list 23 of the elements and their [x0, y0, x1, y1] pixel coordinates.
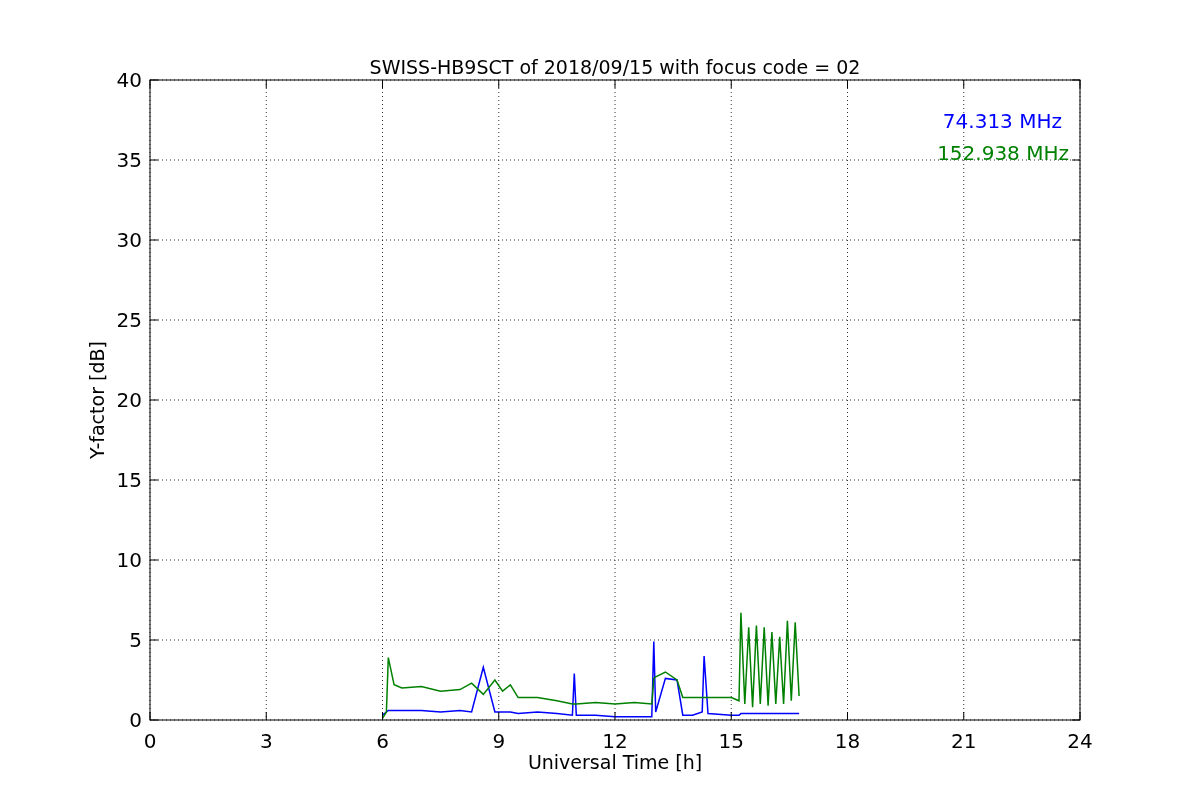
legend-label: 152.938 MHz — [937, 141, 1069, 165]
tick-label: 9 — [492, 729, 506, 753]
tick-label: 10 — [116, 548, 142, 572]
tick-label: 0 — [143, 729, 157, 753]
tick-label: 21 — [951, 729, 977, 753]
tick-label: 12 — [602, 729, 628, 753]
tick-label: 35 — [116, 148, 142, 172]
tick-label: 25 — [116, 308, 142, 332]
tick-label: 24 — [1067, 729, 1093, 753]
tick-label: 20 — [116, 388, 142, 412]
tick-label: 30 — [116, 228, 142, 252]
y-axis-label: Y-factor [dB] — [86, 341, 108, 459]
tick-label: 3 — [259, 729, 273, 753]
tick-label: 40 — [116, 68, 142, 92]
tick-label: 15 — [718, 729, 744, 753]
tick-label: 15 — [116, 468, 142, 492]
tick-label: 6 — [376, 729, 389, 753]
tick-label: 0 — [129, 708, 142, 732]
legend-label: 74.313 MHz — [942, 109, 1062, 133]
x-axis-label: Universal Time [h] — [527, 751, 703, 773]
chart-title: SWISS-HB9SCT of 2018/09/15 with focus code = 02 — [369, 56, 861, 78]
tick-label: 18 — [834, 729, 861, 753]
tick-label: 5 — [129, 628, 142, 652]
